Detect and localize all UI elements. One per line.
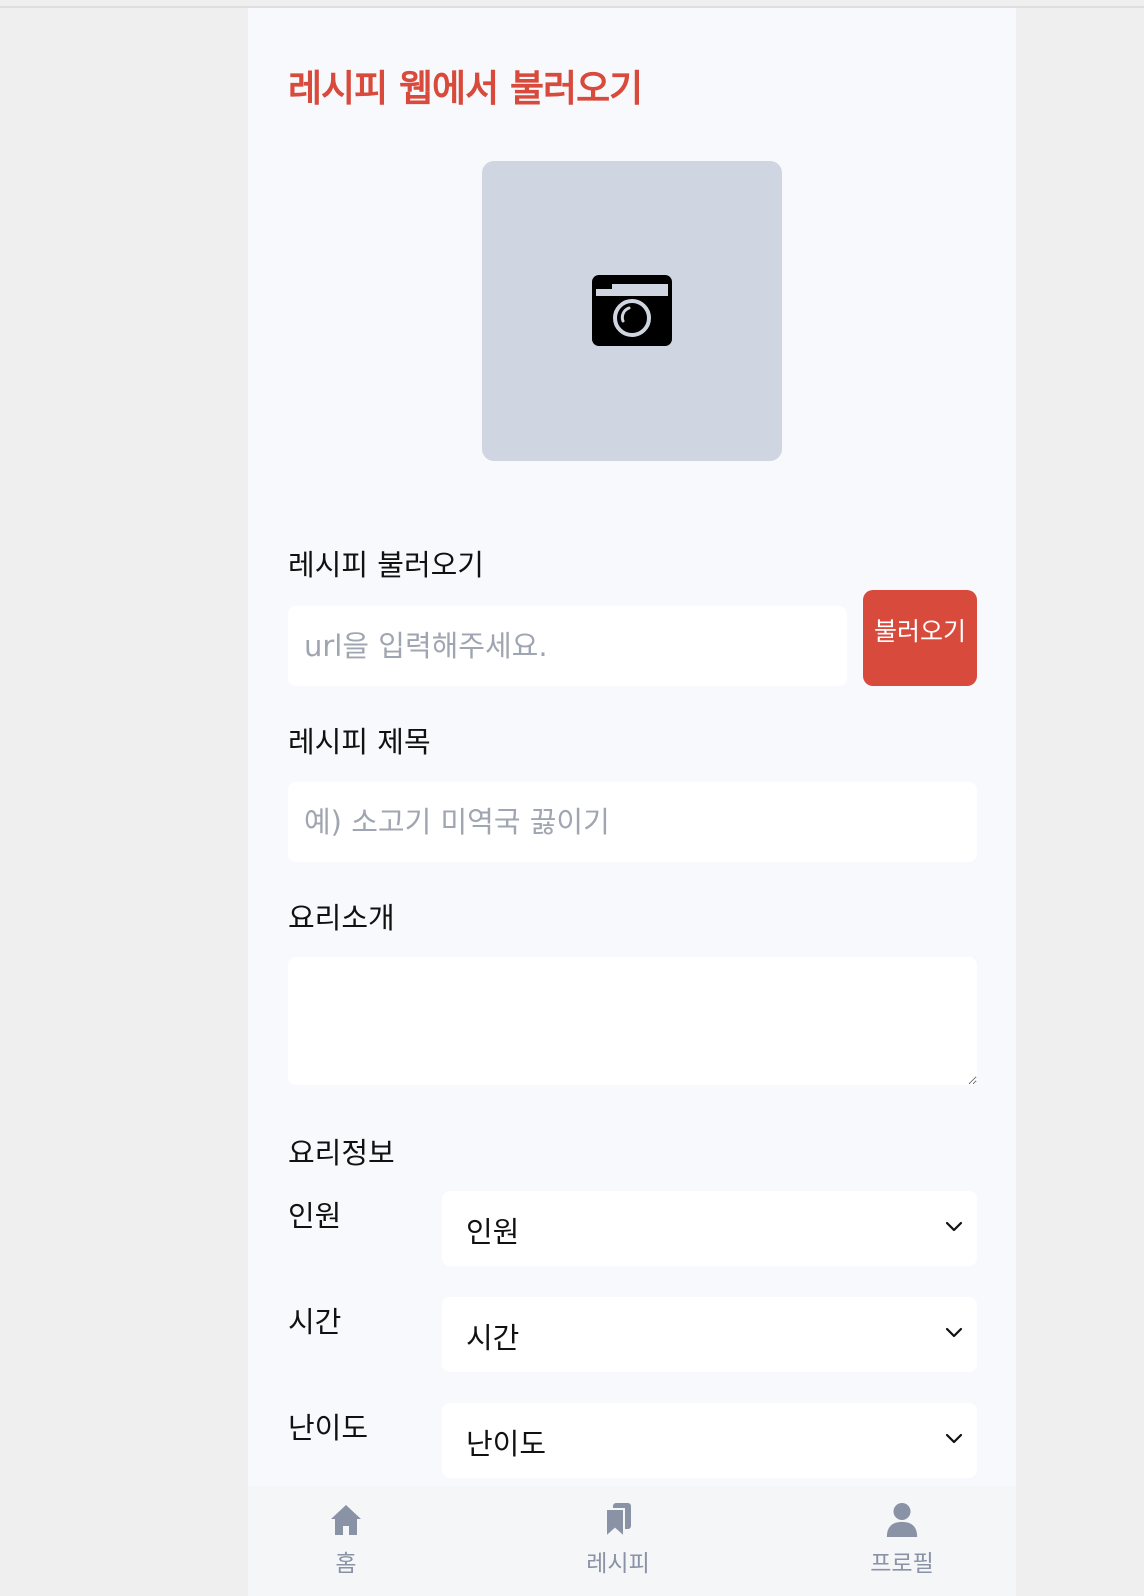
photo-upload-area[interactable] [482, 161, 782, 461]
url-input[interactable] [288, 606, 847, 686]
camera-icon [592, 275, 672, 346]
page-title: 레시피 웹에서 불러오기 [288, 67, 643, 110]
nav-label-profile: 프로필 [870, 1551, 934, 1577]
chevron-down-icon [945, 1433, 963, 1444]
time-select-value: 시간 [466, 1321, 520, 1355]
difficulty-select[interactable]: 난이도 [442, 1403, 977, 1478]
chevron-down-icon [945, 1327, 963, 1338]
intro-textarea[interactable] [288, 957, 977, 1085]
home-icon [331, 1505, 361, 1535]
fetch-button[interactable]: 불러오기 [863, 590, 977, 686]
recipe-title-input[interactable] [288, 782, 977, 862]
difficulty-label: 난이도 [288, 1411, 369, 1445]
servings-select[interactable]: 인원 [442, 1191, 977, 1266]
difficulty-select-value: 난이도 [466, 1427, 547, 1461]
intro-section-label: 요리소개 [288, 901, 395, 935]
time-select[interactable]: 시간 [442, 1297, 977, 1372]
nav-item-home[interactable]: 홈 [276, 1502, 416, 1592]
servings-label: 인원 [288, 1199, 342, 1233]
servings-select-value: 인원 [466, 1215, 520, 1249]
nav-label-recipe: 레시피 [586, 1551, 650, 1577]
chevron-down-icon [945, 1221, 963, 1232]
import-section-label: 레시피 불러오기 [288, 548, 484, 582]
app-container: 레시피 웹에서 불러오기 레시피 불러오기 불러오기 레시피 제목 요리소개 요… [248, 8, 1016, 1596]
nav-item-recipe[interactable]: 레시피 [548, 1502, 688, 1592]
bottom-nav: 홈 레시피 프로필 [248, 1486, 1016, 1596]
title-section-label: 레시피 제목 [288, 725, 431, 759]
nav-item-profile[interactable]: 프로필 [832, 1502, 972, 1592]
user-icon [886, 1502, 918, 1538]
time-label: 시간 [288, 1305, 342, 1339]
nav-label-home: 홈 [335, 1551, 357, 1577]
info-section-label: 요리정보 [288, 1136, 395, 1170]
bookmark-icon [605, 1503, 631, 1538]
